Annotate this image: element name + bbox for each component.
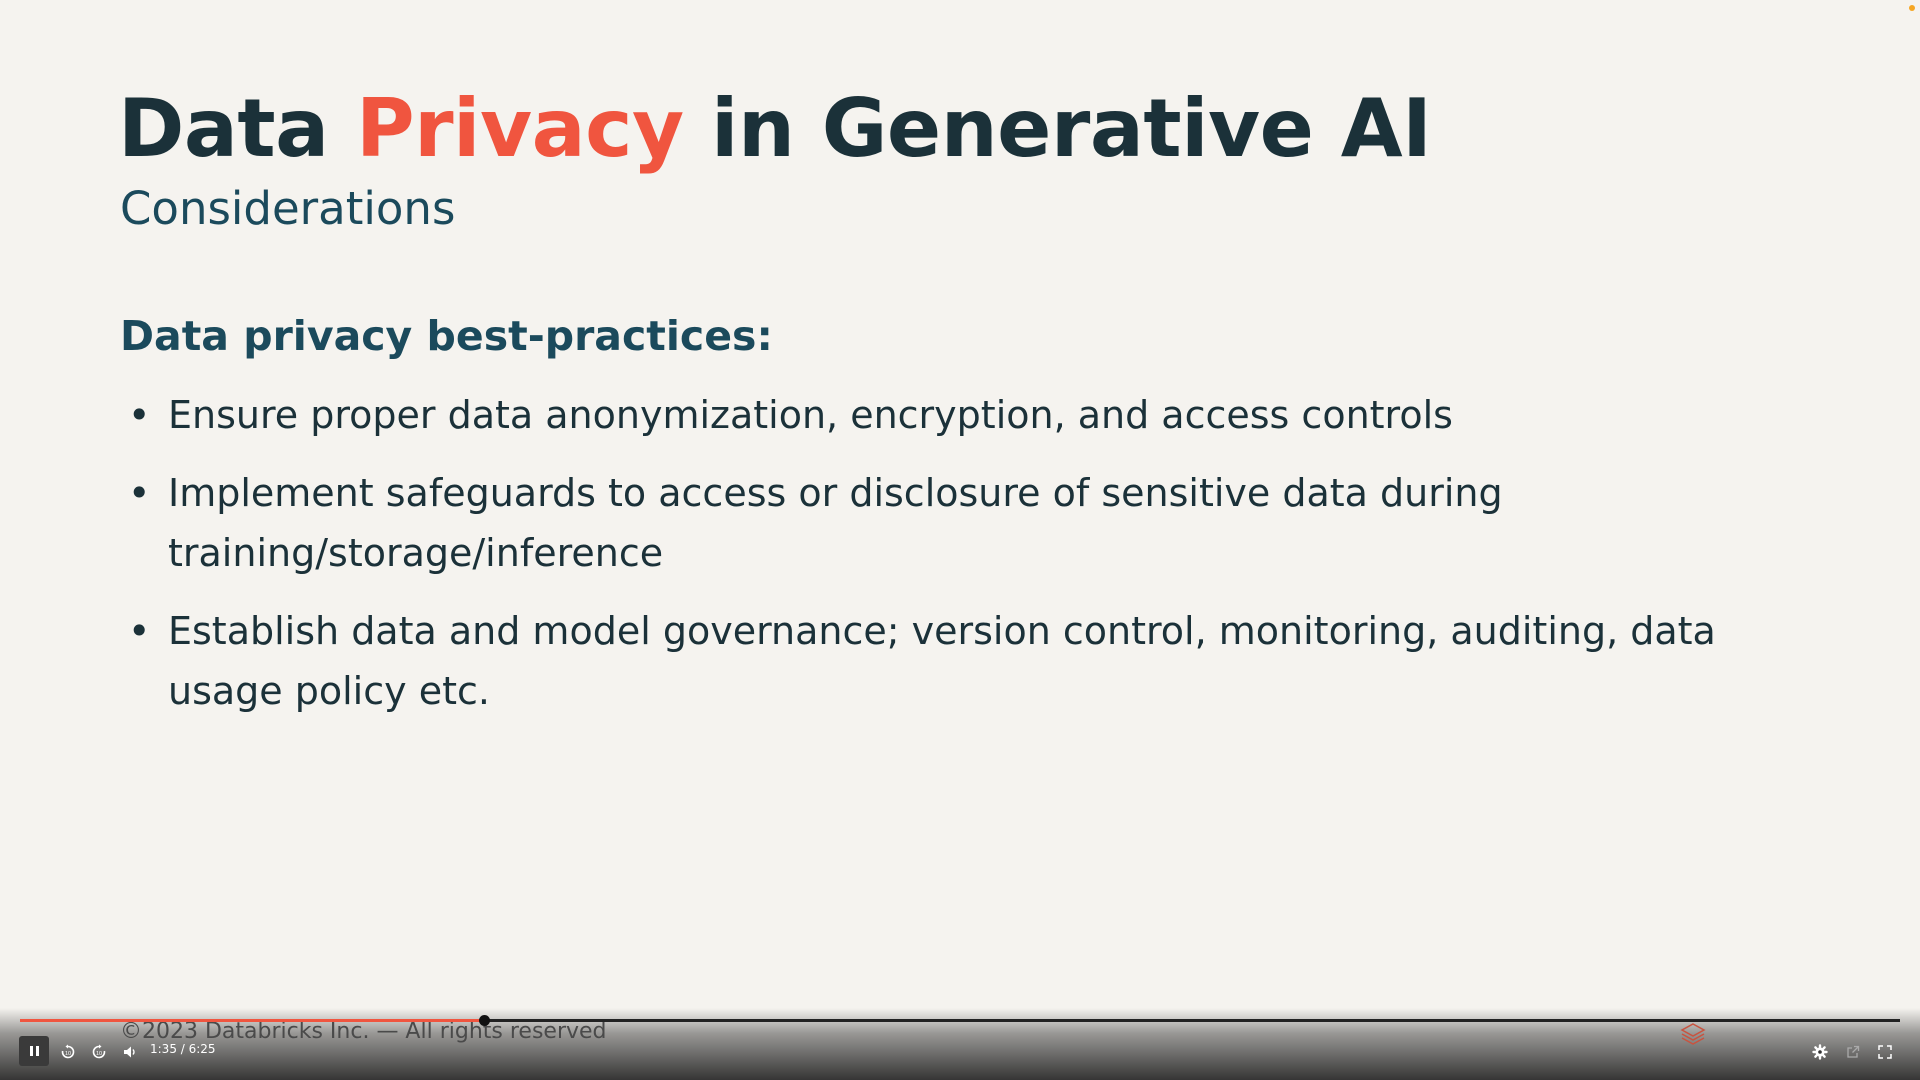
progress-bar[interactable]	[20, 1015, 1900, 1026]
title-accent-word: Privacy	[355, 82, 684, 175]
fullscreen-button[interactable]	[1873, 1040, 1897, 1064]
bullet-list: • Ensure proper data anonymization, encr…	[120, 385, 1820, 739]
pause-button[interactable]	[19, 1036, 49, 1066]
bullet-dot: •	[128, 609, 151, 653]
slide-title: Data Privacy in Generative AI	[118, 82, 1432, 175]
rewind-10-button[interactable]: 10	[56, 1040, 80, 1064]
bullet-dot: •	[128, 393, 151, 437]
bullet-item: • Ensure proper data anonymization, encr…	[120, 385, 1820, 445]
pause-icon	[29, 1046, 39, 1056]
rewind-10-icon: 10	[61, 1044, 75, 1059]
bullet-item: • Establish data and model governance; v…	[120, 601, 1820, 721]
title-part-1: Data	[118, 82, 356, 175]
bullet-text: Ensure proper data anonymization, encryp…	[168, 393, 1453, 437]
slide-subtitle: Considerations	[120, 182, 456, 235]
playback-time: 1:35 / 6:25	[150, 1042, 216, 1056]
volume-icon	[124, 1046, 135, 1058]
forward-10-button[interactable]: 10	[87, 1040, 111, 1064]
settings-button[interactable]	[1808, 1040, 1832, 1064]
databricks-logo-icon	[1680, 1023, 1706, 1045]
title-part-2: in Generative AI	[683, 82, 1432, 175]
popout-button[interactable]	[1841, 1040, 1865, 1064]
section-heading: Data privacy best-practices:	[120, 312, 773, 360]
bullet-item: • Implement safeguards to access or disc…	[120, 463, 1820, 583]
gear-icon	[1812, 1044, 1828, 1060]
progress-bar-fill	[20, 1019, 485, 1022]
volume-button[interactable]	[118, 1040, 142, 1064]
bullet-text: Establish data and model governance; ver…	[168, 609, 1716, 713]
recording-indicator-dot	[1909, 5, 1915, 11]
slide-footer-copyright: ©2023 Databricks Inc. — All rights reser…	[120, 1019, 607, 1044]
svg-text:10: 10	[65, 1051, 71, 1057]
bullet-dot: •	[128, 471, 151, 515]
fullscreen-icon	[1878, 1045, 1892, 1059]
slide-stage: Data Privacy in Generative AI Considerat…	[0, 0, 1920, 1080]
bullet-text: Implement safeguards to access or disclo…	[168, 471, 1503, 575]
svg-text:10: 10	[96, 1051, 102, 1057]
forward-10-icon: 10	[92, 1044, 106, 1059]
popout-icon	[1847, 1045, 1860, 1058]
